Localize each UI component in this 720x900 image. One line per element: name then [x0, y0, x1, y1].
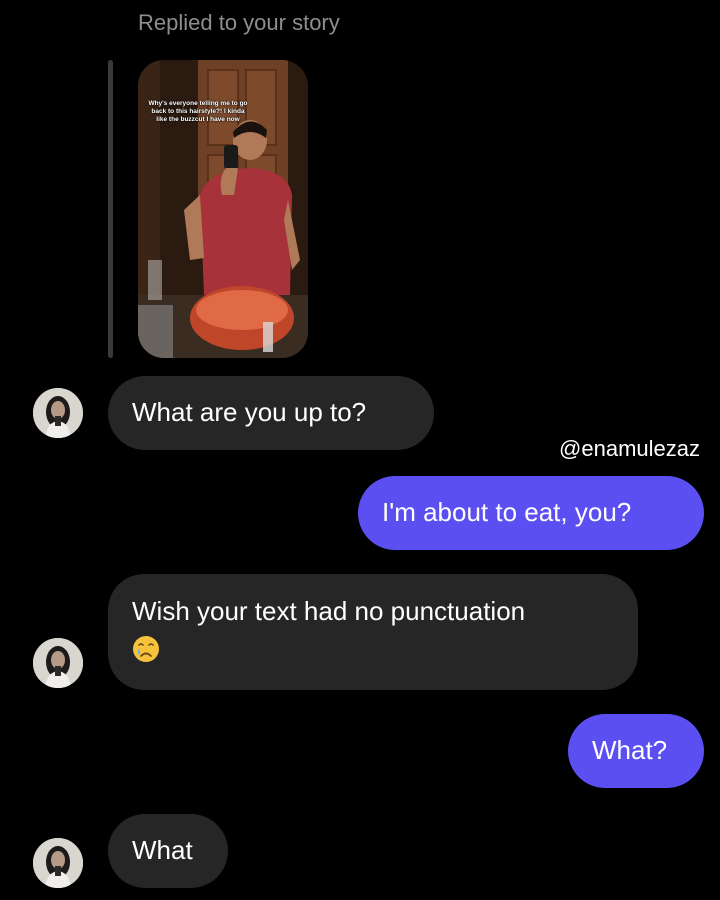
avatar-photo	[33, 838, 83, 888]
reply-indicator-bar	[108, 60, 113, 358]
message-text: I'm about to eat, you?	[382, 497, 632, 527]
incoming-message[interactable]: What are you up to?	[108, 376, 434, 450]
sender-avatar[interactable]	[33, 388, 83, 438]
sender-avatar[interactable]	[33, 838, 83, 888]
replied-to-story-caption: Replied to your story	[138, 10, 340, 35]
watermark-handle: @enamulezaz	[559, 436, 700, 461]
story-overlay-text: Why's everyone telling me to go back to …	[148, 100, 248, 123]
avatar-photo	[33, 638, 83, 688]
message-text: What	[132, 835, 193, 865]
outgoing-message[interactable]: I'm about to eat, you?	[358, 476, 704, 550]
avatar-photo	[33, 388, 83, 438]
story-thumbnail[interactable]: Why's everyone telling me to go back to …	[138, 60, 308, 358]
message-text: What?	[592, 735, 668, 765]
crying-face-icon	[133, 636, 159, 663]
incoming-message[interactable]: Wish your text had no punctuation	[108, 574, 638, 690]
incoming-message[interactable]: What	[108, 814, 228, 888]
message-text: What are you up to?	[132, 397, 367, 427]
outgoing-message[interactable]: What?	[568, 714, 704, 788]
sender-avatar[interactable]	[33, 638, 83, 688]
message-text: Wish your text had no punctuation	[132, 596, 526, 626]
